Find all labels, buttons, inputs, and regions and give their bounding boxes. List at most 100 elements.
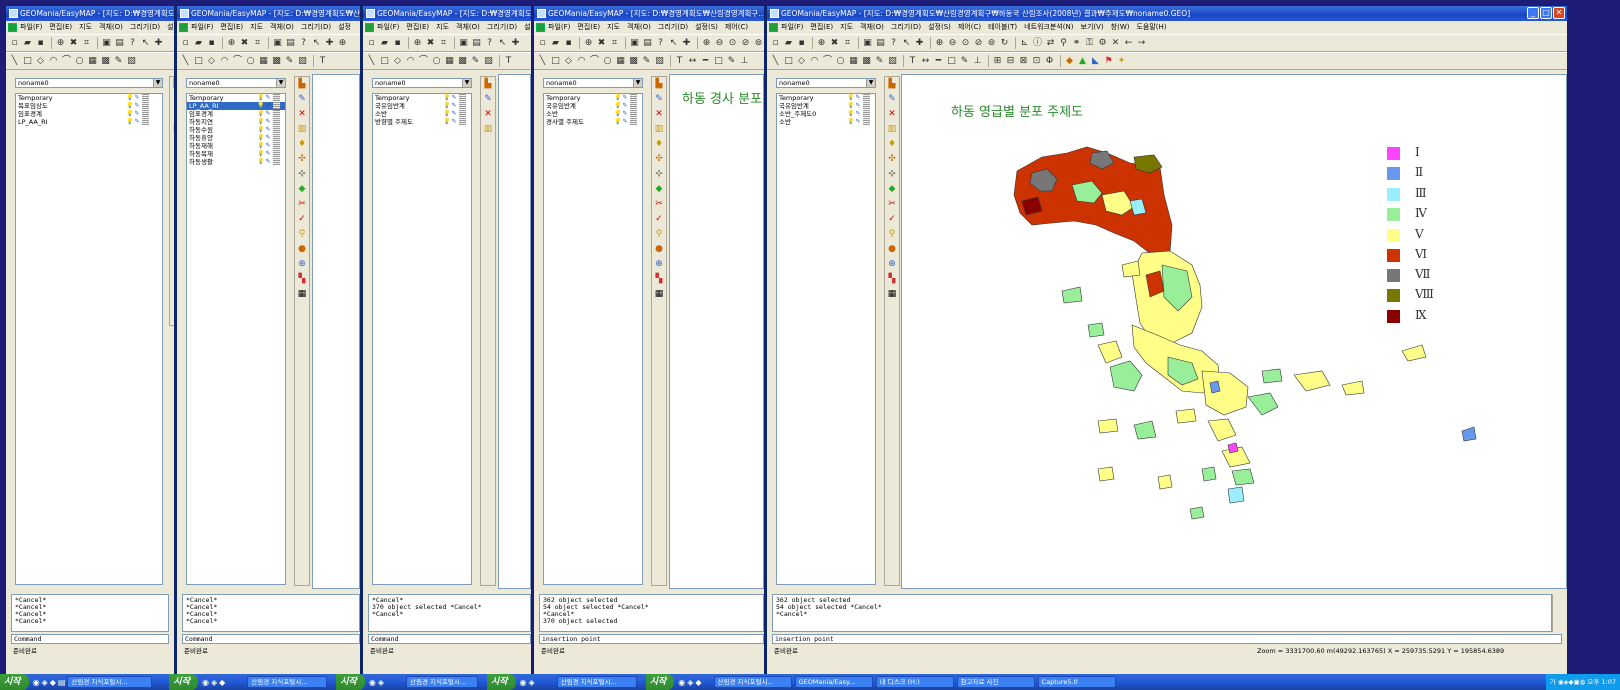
style-icon[interactable]: ✦ <box>1116 56 1127 67</box>
menu-item[interactable]: 설정(S) <box>928 23 951 31</box>
menu-item[interactable]: 제어(C) <box>725 23 748 31</box>
zoom-out-icon[interactable]: ⊖ <box>947 38 958 49</box>
layer-add-icon[interactable]: ▙ <box>295 77 309 92</box>
menu-item[interactable]: 지도 <box>436 23 449 31</box>
chevron-down-icon[interactable]: ▼ <box>633 79 642 87</box>
pointer-icon[interactable]: ↖ <box>668 38 679 49</box>
folder-icon[interactable]: ▥ <box>652 122 666 137</box>
editable-icon[interactable]: ✎ <box>451 94 457 101</box>
print-icon[interactable]: ▤ <box>114 38 125 49</box>
box-icon[interactable]: □ <box>713 56 724 67</box>
folder-icon[interactable]: ▥ <box>295 122 309 137</box>
editable-icon[interactable]: ✎ <box>134 110 140 117</box>
plus-icon[interactable]: ✚ <box>681 38 692 49</box>
menu-item[interactable]: 지도 <box>607 23 620 31</box>
arc-icon[interactable]: ◠ <box>576 56 587 67</box>
zoom-all-icon[interactable]: ⊚ <box>986 38 997 49</box>
menu-item[interactable]: 설정 <box>167 23 174 31</box>
arc-icon[interactable]: ◠ <box>219 56 230 67</box>
menu-item[interactable]: 파일(F) <box>20 23 42 31</box>
print-icon[interactable]: ▤ <box>642 38 653 49</box>
style-icon[interactable] <box>142 102 149 109</box>
menu-item[interactable]: 파일(F) <box>781 23 803 31</box>
merge-icon[interactable]: ⊠ <box>1018 56 1029 67</box>
layer-item[interactable]: 하동생활 💡 ✎ <box>187 158 285 166</box>
menu-item[interactable]: 설정(S) <box>695 23 718 31</box>
menu-item[interactable]: 테이블(T) <box>988 23 1017 31</box>
style-icon[interactable] <box>273 150 280 157</box>
visibility-bulb-icon[interactable]: 💡 <box>847 102 854 109</box>
delete-icon[interactable]: ✕ <box>481 107 495 122</box>
layer-item[interactable]: 소반_주제도0 💡 ✎ <box>777 110 875 118</box>
layer-item[interactable]: Temporary 💡 ✎ <box>544 94 642 102</box>
visibility-bulb-icon[interactable]: 💡 <box>614 94 621 101</box>
editable-icon[interactable]: ✎ <box>451 118 457 125</box>
measure-icon[interactable]: ⊾ <box>1019 38 1030 49</box>
layer-item[interactable]: 임표경계 💡 ✎ <box>187 110 285 118</box>
plus-icon[interactable]: ✚ <box>510 38 521 49</box>
layer-add-icon[interactable]: ▙ <box>170 77 175 92</box>
editable-icon[interactable]: ✎ <box>451 110 457 117</box>
menu-item[interactable]: 객체(O) <box>270 23 294 31</box>
polygon-icon[interactable]: ◇ <box>35 56 46 67</box>
menu-item[interactable]: 설정 <box>338 23 351 31</box>
print-icon[interactable]: ▤ <box>875 38 886 49</box>
taskbar-button[interactable]: 산림경 지식포털시... <box>405 676 478 688</box>
title-bar[interactable]: GEOMania/EasyMAP - [지도: D:₩경영계획도₩산... <box>363 6 531 21</box>
menu-item[interactable]: 지도 <box>250 23 263 31</box>
layer-item[interactable]: 국유임반계 💡 ✎ <box>777 102 875 110</box>
pointer-icon[interactable]: ↖ <box>901 38 912 49</box>
command-input[interactable]: Command <box>368 634 531 644</box>
editable-icon[interactable]: ✎ <box>622 118 628 125</box>
curve-icon[interactable]: ⌒ <box>589 56 600 67</box>
style-icon[interactable] <box>630 110 637 117</box>
style-icon[interactable] <box>863 118 870 125</box>
edit-icon[interactable]: ✎ <box>470 56 481 67</box>
info-icon[interactable]: ⓘ <box>1032 38 1043 49</box>
tool-icon[interactable]: ⊹ <box>885 167 899 182</box>
visibility-bulb-icon[interactable]: 💡 <box>257 110 264 117</box>
close-icon[interactable]: ✕ <box>1553 7 1565 19</box>
editable-icon[interactable]: ✎ <box>265 102 271 109</box>
menu-item[interactable]: 설정 <box>524 23 531 31</box>
style-icon[interactable] <box>273 134 280 141</box>
taskbar-button[interactable]: 산림경 지식포털시... <box>556 676 637 688</box>
node-icon[interactable]: ◆ <box>652 182 666 197</box>
map-combo[interactable]: noname0 ▼ <box>776 78 876 88</box>
text-icon[interactable]: T <box>317 56 328 67</box>
menu-item[interactable]: 그리기(D) <box>487 23 517 31</box>
quick-launch-icon[interactable]: ▤ <box>58 678 66 687</box>
map-canvas[interactable] <box>498 74 531 589</box>
cross-icon[interactable]: ✖ <box>425 38 436 49</box>
property-icon[interactable]: ♦ <box>885 137 899 152</box>
style-icon[interactable] <box>459 94 466 101</box>
map-combo[interactable]: noname0 ▼ <box>186 78 286 88</box>
measure-icon[interactable]: ⊥ <box>739 56 750 67</box>
editable-icon[interactable]: ✎ <box>265 126 271 133</box>
open-icon[interactable]: ▰ <box>550 38 561 49</box>
menu-item[interactable]: 편집(E) <box>810 23 833 31</box>
quick-launch-icon[interactable]: ◉ <box>202 678 209 687</box>
zoom-prev-icon[interactable]: ⊘ <box>973 38 984 49</box>
visibility-bulb-icon[interactable]: 💡 <box>847 118 854 125</box>
polygon-icon[interactable]: ◇ <box>796 56 807 67</box>
grid-icon[interactable]: ⌗ <box>252 38 263 49</box>
style-icon[interactable] <box>142 94 149 101</box>
zoom-icon[interactable]: ⊕ <box>412 38 423 49</box>
visibility-bulb-icon[interactable]: 💡 <box>257 142 264 149</box>
visibility-bulb-icon[interactable]: 💡 <box>257 134 264 141</box>
line-icon[interactable]: ╲ <box>9 56 20 67</box>
edit-icon[interactable]: ✎ <box>113 56 124 67</box>
palette-icon[interactable]: ▚ <box>295 272 309 287</box>
menu-item[interactable]: 지도 <box>840 23 853 31</box>
zoom-icon[interactable]: ⊕ <box>816 38 827 49</box>
style-icon[interactable] <box>459 110 466 117</box>
delete-icon[interactable]: ✕ <box>170 107 174 122</box>
new-icon[interactable]: ▫ <box>770 38 781 49</box>
paint-icon[interactable]: ● <box>885 242 899 257</box>
pointer-icon[interactable]: ↖ <box>497 38 508 49</box>
palette-icon[interactable]: ▚ <box>885 272 899 287</box>
folder-icon[interactable]: ▥ <box>481 122 495 137</box>
move-icon[interactable]: ✣ <box>652 152 666 167</box>
new-icon[interactable]: ▫ <box>9 38 20 49</box>
